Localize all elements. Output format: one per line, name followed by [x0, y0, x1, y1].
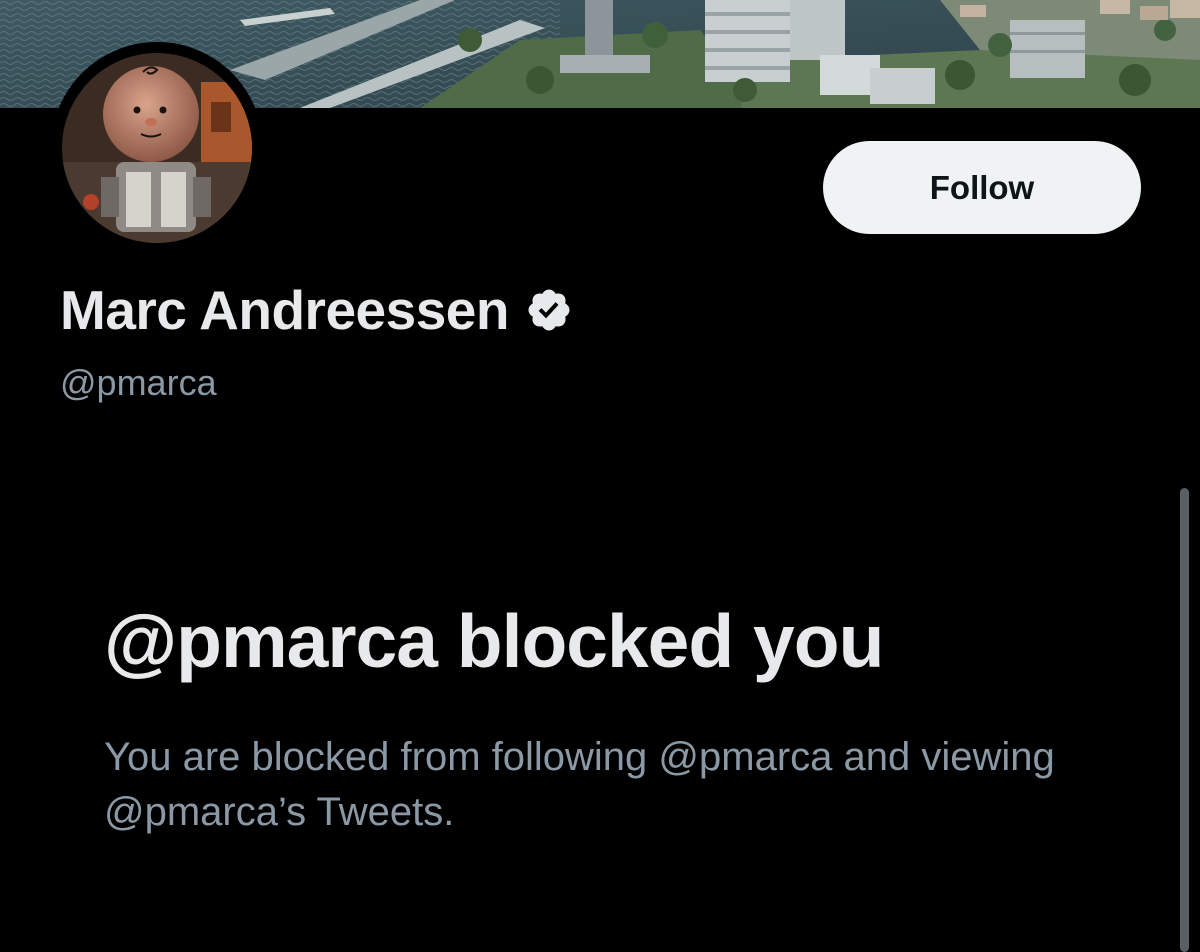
- blocked-title: @pmarca blocked you: [104, 599, 884, 683]
- profile-display-name: Marc Andreessen: [60, 279, 510, 341]
- scrollbar-thumb[interactable]: [1180, 488, 1189, 952]
- follow-button[interactable]: Follow: [823, 141, 1141, 234]
- verified-badge-icon[interactable]: [525, 286, 573, 334]
- profile-handle: @pmarca: [60, 362, 217, 403]
- avatar-image: [51, 42, 263, 254]
- profile-name-row: Marc Andreessen: [60, 279, 573, 341]
- profile-avatar[interactable]: [51, 42, 263, 254]
- blocked-description: You are blocked from following @pmarca a…: [104, 735, 1055, 834]
- profile-page: Follow Marc Andreessen @pmarca @pmarca b…: [0, 0, 1200, 952]
